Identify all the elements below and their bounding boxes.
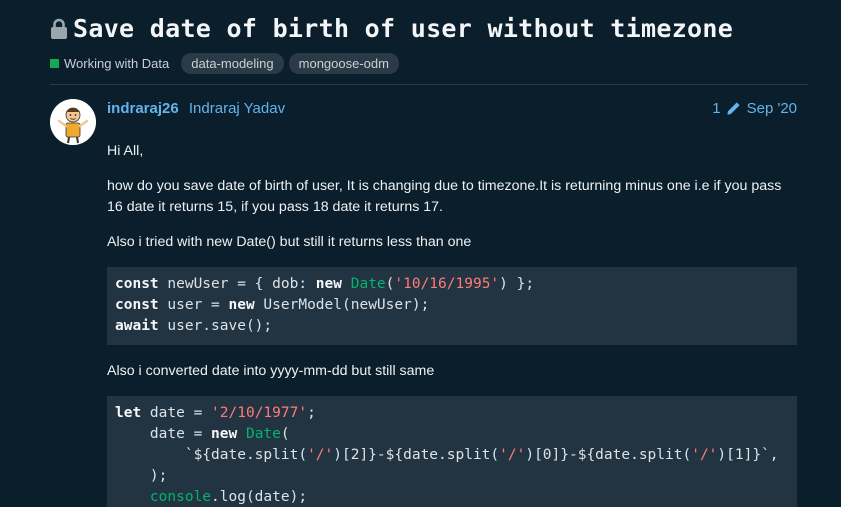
code-token: `${date.split( bbox=[115, 447, 308, 463]
pencil-icon[interactable] bbox=[726, 101, 741, 116]
post-paragraph: how do you save date of birth of user, I… bbox=[107, 178, 782, 215]
post-username[interactable]: indraraj26 bbox=[107, 100, 179, 117]
header-divider bbox=[50, 84, 808, 85]
code-token: '2/10/1977' bbox=[211, 405, 308, 421]
code-token: '/' bbox=[307, 447, 334, 463]
tag-mongoose-odm[interactable]: mongoose-odm bbox=[288, 53, 399, 74]
category-link[interactable]: Working with Data bbox=[50, 56, 169, 71]
code-token: ( bbox=[280, 426, 290, 442]
category-label: Working with Data bbox=[64, 56, 170, 71]
code-line: console.log(date); bbox=[115, 487, 789, 507]
code-token: Date bbox=[350, 276, 386, 292]
code-token: date = bbox=[115, 426, 212, 442]
post-full-name[interactable]: Indraraj Yadav bbox=[189, 100, 285, 117]
code-token: UserModel(newUser); bbox=[254, 297, 430, 313]
code-token: )[2]}-${date.split( bbox=[333, 447, 500, 463]
code-token: new bbox=[228, 297, 255, 313]
code-line: ); bbox=[115, 466, 789, 487]
code-token: ; bbox=[307, 405, 316, 421]
code-token: newUser = { dob: bbox=[158, 276, 316, 292]
code-token: user = bbox=[158, 297, 229, 313]
code-token: new bbox=[211, 426, 238, 442]
code-line: const user = new UserModel(newUser); bbox=[115, 295, 789, 316]
post-paragraph: Hi All, bbox=[107, 143, 144, 159]
code-token: let bbox=[115, 405, 142, 421]
post-paragraph: Also i converted date into yyyy-mm-dd bu… bbox=[107, 363, 435, 379]
code-token: .log(date); bbox=[211, 489, 308, 505]
code-line: await user.save(); bbox=[115, 316, 789, 337]
code-token: ) }; bbox=[499, 276, 535, 292]
code-token: '/' bbox=[691, 447, 718, 463]
code-line: `${date.split('/')[2]}-${date.split('/')… bbox=[115, 445, 789, 466]
code-token: user.save(); bbox=[158, 318, 273, 334]
code-token: )[0]}-${date.split( bbox=[525, 447, 692, 463]
edit-count[interactable]: 1 bbox=[712, 100, 720, 117]
code-block[interactable]: let date = '2/10/1977'; date = new Date(… bbox=[107, 396, 797, 507]
code-block[interactable]: const newUser = { dob: new Date('10/16/1… bbox=[107, 267, 797, 345]
tag-data-modeling[interactable]: data-modeling bbox=[181, 53, 284, 74]
topic-title-row: Save date of birth of user without timez… bbox=[50, 14, 733, 43]
topic-meta: Working with Data data-modeling mongoose… bbox=[50, 53, 404, 74]
code-token: ); bbox=[115, 468, 168, 484]
avatar-illustration bbox=[50, 99, 96, 145]
code-token: )[1]}`, bbox=[717, 447, 779, 463]
code-token: date = bbox=[141, 405, 212, 421]
code-token: await bbox=[115, 318, 159, 334]
topic-title[interactable]: Save date of birth of user without timez… bbox=[73, 14, 733, 43]
code-token: '10/16/1995' bbox=[394, 276, 500, 292]
category-color-square bbox=[50, 59, 59, 68]
user-avatar[interactable] bbox=[50, 99, 96, 145]
topic-page: Save date of birth of user without timez… bbox=[0, 0, 841, 507]
code-line: const newUser = { dob: new Date('10/16/1… bbox=[115, 274, 789, 295]
code-token: const bbox=[115, 297, 159, 313]
code-line: date = new Date( bbox=[115, 424, 789, 445]
post-header: indraraj26 Indraraj Yadav 1 Sep '20 bbox=[107, 100, 797, 118]
lock-icon bbox=[50, 18, 68, 40]
code-token: const bbox=[115, 276, 159, 292]
code-token: new bbox=[315, 276, 342, 292]
code-token: Date bbox=[245, 426, 281, 442]
code-token: console bbox=[149, 489, 212, 505]
post-meta: 1 Sep '20 bbox=[712, 100, 797, 117]
post-paragraph: Also i tried with new Date() but still i… bbox=[107, 234, 472, 250]
code-line: let date = '2/10/1977'; bbox=[115, 403, 789, 424]
code-token: '/' bbox=[499, 447, 526, 463]
post-date[interactable]: Sep '20 bbox=[747, 100, 797, 117]
